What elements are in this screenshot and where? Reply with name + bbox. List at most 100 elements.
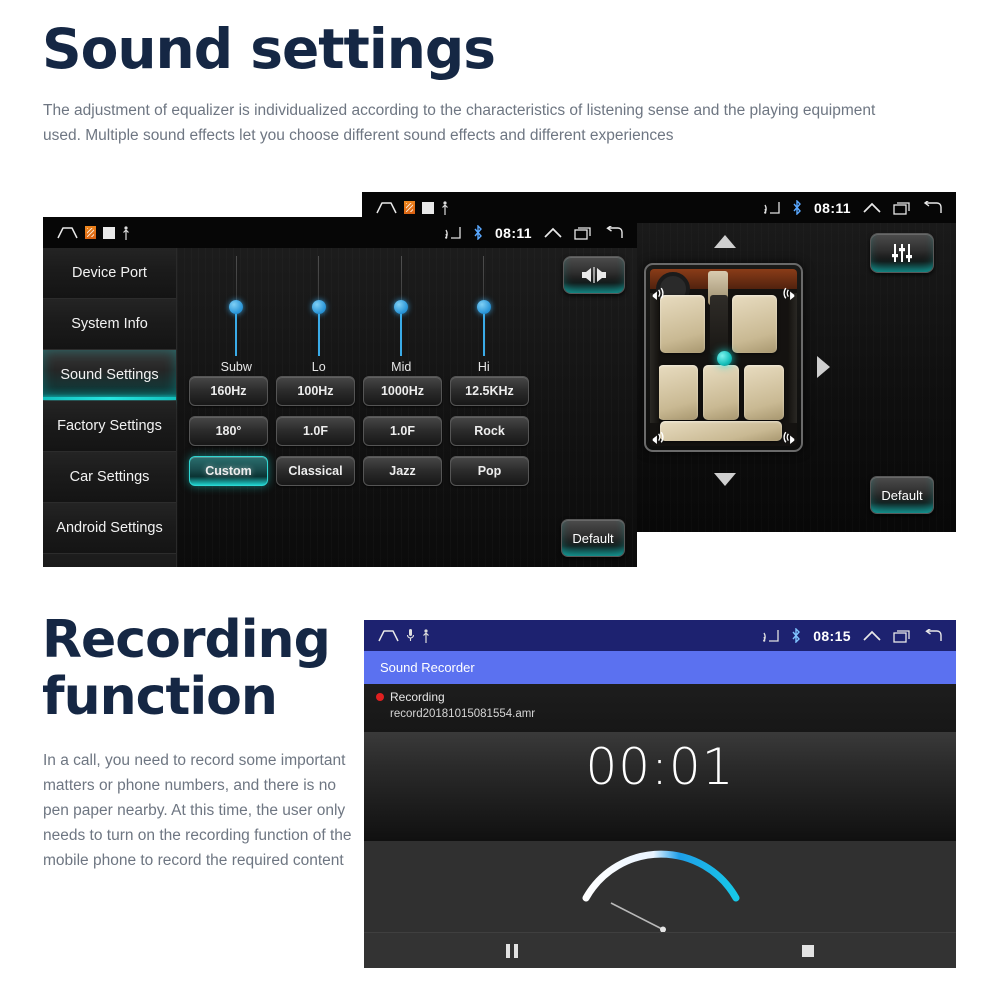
poster-page: Sound settings The adjustment of equaliz… [0,0,1000,1000]
eq-button-classical[interactable]: Classical [276,456,355,486]
slider-knob[interactable] [311,300,326,314]
sidebar-item-device-port[interactable]: Device Port [43,248,176,299]
slider-label: Lo [311,360,326,374]
recents-icon[interactable] [893,629,911,643]
cast-icon [445,226,461,239]
speaker-balance-icon [582,267,606,283]
pause-button[interactable] [364,943,660,958]
chevron-up-icon[interactable] [863,630,881,642]
arrow-right-icon[interactable] [817,356,830,378]
slider-subw[interactable]: Subw [195,256,278,374]
eq-button-1-0f-b[interactable]: 1.0F [363,416,442,446]
sidebar-item-sound-settings[interactable]: Sound Settings [43,350,176,401]
equalizer-default-button[interactable]: Default [561,519,625,557]
sidebar-item-label: Car Settings [69,469,150,485]
slider-label: Hi [477,360,490,374]
sidebar-item-factory-settings[interactable]: Factory Settings [43,401,176,452]
back-icon[interactable] [923,627,942,642]
slider-label: Subw [220,360,252,374]
microphone-icon [406,628,415,643]
slider-knob[interactable] [229,300,244,314]
sd-card-icon [85,226,96,239]
slider-hi[interactable]: Hi [443,256,526,374]
recorder-level-gauge [364,841,956,933]
slider-knob[interactable] [476,300,491,314]
eq-button-rock[interactable]: Rock [450,416,529,446]
recorder-timer: 00:01 [585,738,735,796]
arrow-up-icon[interactable] [714,235,736,248]
eq-button-180deg[interactable]: 180° [189,416,268,446]
chevron-up-icon[interactable] [863,202,881,214]
sidebar-item-label: Android Settings [56,520,163,536]
eq-button-custom[interactable]: Custom [189,456,268,486]
eq-button-jazz[interactable]: Jazz [363,456,442,486]
speaker-front-left [652,287,664,300]
eq-button-100hz[interactable]: 100Hz [276,376,355,406]
car-interior-image [650,269,797,446]
recording-list-item[interactable]: Recording record20181015081554.amr [364,684,956,732]
chevron-up-icon[interactable] [544,227,562,239]
sound-settings-body: Device Port System Info Sound Settings F… [43,248,637,567]
sidebar-item-label: Sound Settings [60,367,159,383]
page-title-sound-settings: Sound settings [42,17,496,81]
stop-icon [802,944,814,957]
status-bar-time: 08:15 [813,627,851,644]
usb-icon [441,200,449,215]
bluetooth-icon [791,627,801,644]
slider-lo[interactable]: Lo [278,256,361,374]
recording-status-row: Recording [376,690,956,704]
slider-knob[interactable] [394,300,409,314]
eq-button-12-5khz[interactable]: 12.5KHz [450,376,529,406]
speaker-rear-right [783,431,795,444]
back-icon[interactable] [604,224,623,239]
balance-default-button[interactable]: Default [870,476,934,514]
bluetooth-icon [473,224,483,241]
arrow-down-icon[interactable] [714,473,736,486]
car-cabin-balance-pad[interactable] [644,263,803,452]
sidebar-item-system-info[interactable]: System Info [43,299,176,350]
cast-icon [763,629,779,642]
bluetooth-icon [792,199,802,216]
equalizer-sliders-icon-button[interactable] [870,233,934,273]
eq-button-1000hz[interactable]: 1000Hz [363,376,442,406]
recents-icon[interactable] [574,226,592,240]
home-icon[interactable] [376,201,397,214]
storage-icon [103,226,115,239]
sidebar-item-blank [43,554,176,567]
cast-icon [764,201,780,214]
speaker-front-right [783,287,795,300]
recorder-app-title: Sound Recorder [380,660,475,675]
page-title-recording-function: Recording function [42,610,331,728]
sd-card-icon [404,201,415,214]
slider-mid[interactable]: Mid [360,256,443,374]
eq-button-160hz[interactable]: 160Hz [189,376,268,406]
settings-sidebar: Device Port System Info Sound Settings F… [43,248,177,567]
sidebar-item-android-settings[interactable]: Android Settings [43,503,176,554]
stop-button[interactable] [660,944,956,957]
eq-button-pop[interactable]: Pop [450,456,529,486]
paragraph-recording-function: In a call, you need to record some impor… [43,752,352,869]
status-bar-recorder: 08:15 [364,620,956,651]
status-bar-equalizer: 08:11 [43,217,637,248]
usb-icon [422,628,430,643]
speaker-balance-icon-button[interactable] [563,256,625,294]
back-icon[interactable] [923,199,942,214]
recents-icon[interactable] [893,201,911,215]
balance-position-dot[interactable] [716,350,732,366]
home-icon[interactable] [57,226,78,239]
sidebar-item-label: Factory Settings [57,418,162,434]
home-icon[interactable] [378,629,399,642]
status-bar-time: 08:11 [813,199,851,216]
sidebar-item-label: System Info [71,316,148,332]
sound-settings-screen: 08:11 Device Port System Info Sound Sett… [43,217,637,567]
sidebar-item-label: Device Port [72,265,147,281]
recording-status-label: Recording [390,690,445,704]
recorder-control-bar [364,932,956,968]
speaker-rear-left [652,431,664,444]
status-bar-time: 08:11 [494,224,532,241]
sidebar-item-car-settings[interactable]: Car Settings [43,452,176,503]
equalizer-button-grid: 160Hz 100Hz 1000Hz 12.5KHz 180° 1.0F 1.0… [189,376,529,486]
equalizer-sliders-icon [892,244,912,262]
storage-icon [422,201,434,214]
eq-button-1-0f-a[interactable]: 1.0F [276,416,355,446]
